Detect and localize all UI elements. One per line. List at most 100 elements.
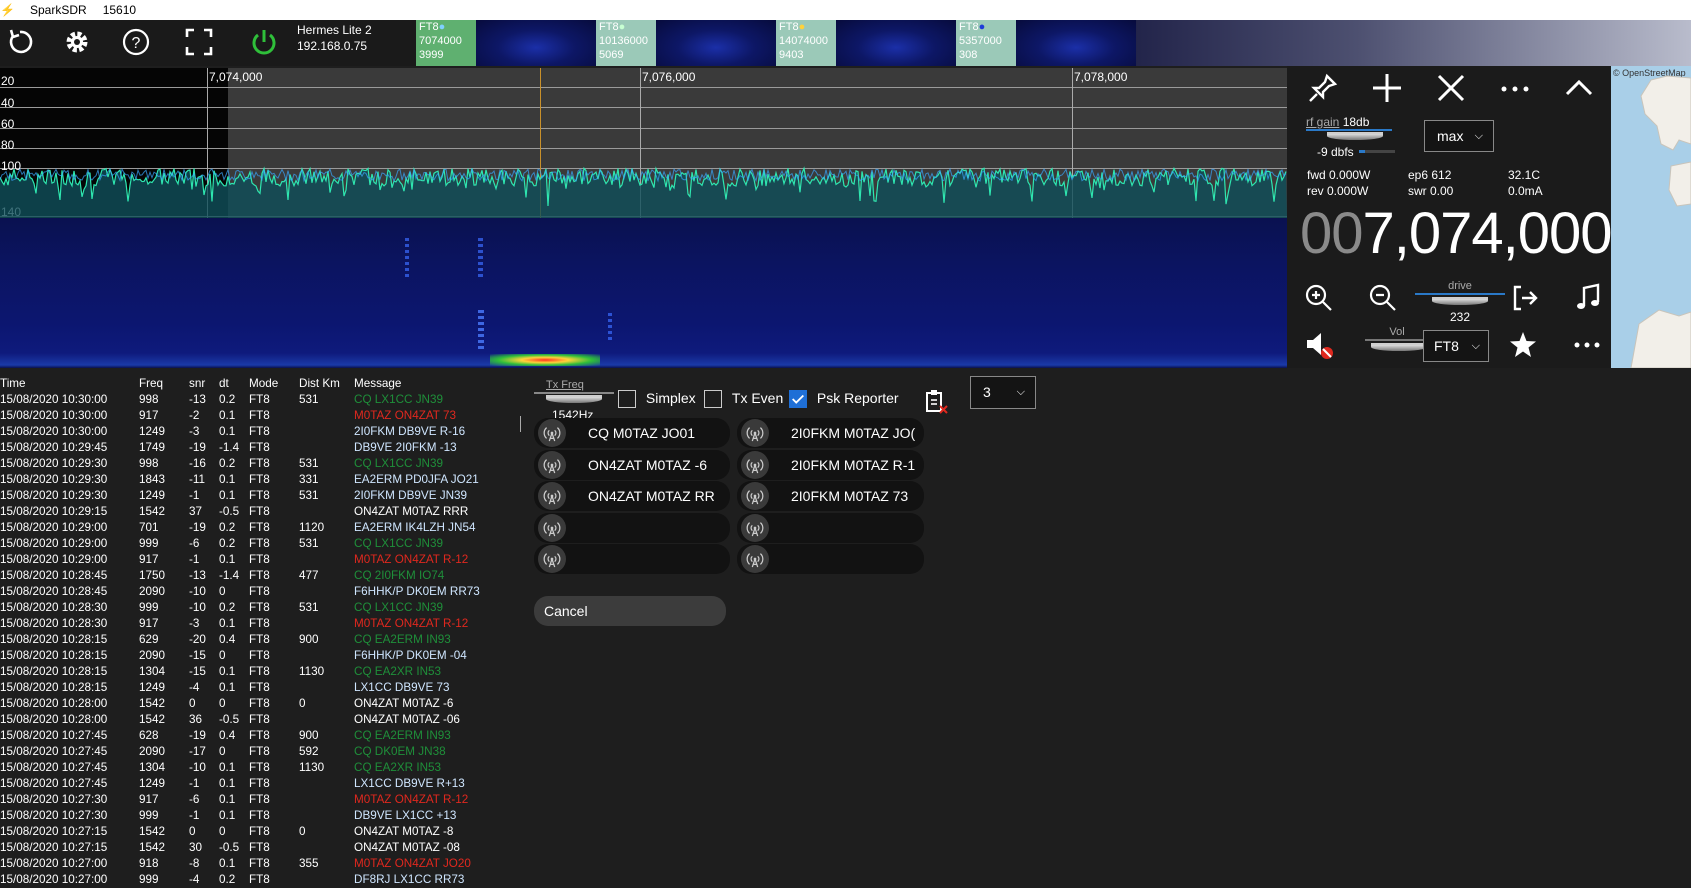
clear-clipboard-button[interactable] bbox=[923, 388, 949, 414]
transmit-button[interactable] bbox=[741, 450, 769, 479]
band-waterfall-40m[interactable] bbox=[476, 20, 596, 66]
log-row[interactable]: 15/08/2020 10:30:00 998 -13 0.2 FT8 531 CQ LX1… bbox=[0, 392, 520, 408]
log-row[interactable]: 15/08/2020 10:27:45 1249 -1 0.1 FT8 LX1CC DB9… bbox=[0, 776, 520, 792]
log-row[interactable]: 15/08/2020 10:28:15 1249 -4 0.1 FT8 LX1CC DB9… bbox=[0, 680, 520, 696]
band-tile-30m[interactable]: FT8● 10136000 5069 bbox=[596, 20, 656, 66]
more-options-button[interactable] bbox=[1571, 329, 1603, 361]
log-row[interactable]: 15/08/2020 10:29:00 999 -6 0.2 FT8 531 CQ LX1C… bbox=[0, 536, 520, 552]
transmit-button[interactable] bbox=[741, 419, 769, 447]
rf-gain-slider[interactable] bbox=[1327, 132, 1383, 140]
waterfall-display[interactable] bbox=[0, 218, 1287, 368]
log-row[interactable]: 15/08/2020 10:27:45 628 -19 0.4 FT8 900 CQ EA2… bbox=[0, 728, 520, 744]
spectrum-display[interactable]: 20 40 60 80 100 140 7,074,000 7,076,000 … bbox=[0, 68, 1287, 218]
transmit-button[interactable] bbox=[538, 482, 566, 510]
log-row[interactable]: 15/08/2020 10:29:00 917 -1 0.1 FT8 M0TAZ ON4Z… bbox=[0, 552, 520, 568]
band-tile-60m[interactable]: FT8● 5357000 308 bbox=[956, 20, 1016, 66]
band-tile-40m[interactable]: FT8● 7074000 3999 bbox=[416, 20, 476, 66]
pin-button[interactable] bbox=[1305, 70, 1341, 106]
transmit-button[interactable] bbox=[538, 450, 566, 479]
add-receiver-button[interactable] bbox=[1369, 70, 1405, 106]
band-waterfall-20m[interactable] bbox=[836, 20, 956, 66]
col-snr[interactable]: snr bbox=[189, 376, 205, 392]
mute-button[interactable] bbox=[1303, 328, 1335, 360]
agc-select[interactable]: max ⌵ bbox=[1424, 120, 1494, 152]
log-row[interactable]: 15/08/2020 10:28:15 2090 -15 0 FT8 F6HHK/P DK… bbox=[0, 648, 520, 664]
close-receiver-button[interactable] bbox=[1433, 70, 1469, 106]
tx-freq-slider[interactable] bbox=[546, 395, 602, 403]
tx-message-button[interactable]: CQ M0TAZ JO01 bbox=[534, 418, 730, 448]
transmit-button[interactable] bbox=[741, 513, 769, 542]
zoom-out-button[interactable] bbox=[1367, 282, 1399, 314]
log-row[interactable]: 15/08/2020 10:27:30 917 -6 0.1 FT8 M0TAZ ON4Z… bbox=[0, 792, 520, 808]
tx-message-button[interactable]: ON4ZAT M0TAZ RR bbox=[534, 481, 730, 511]
power-button[interactable] bbox=[246, 24, 282, 60]
log-row[interactable]: 15/08/2020 10:27:45 1304 -10 0.1 FT8 1130 CQ E… bbox=[0, 760, 520, 776]
tx-cycles-select[interactable]: 3 ⌵ bbox=[970, 376, 1036, 409]
log-row[interactable]: 15/08/2020 10:29:30 1843 -11 0.1 FT8 331 EA2ER… bbox=[0, 472, 520, 488]
log-row[interactable]: 15/08/2020 10:29:00 701 -19 0.2 FT8 1120 EA2ER… bbox=[0, 520, 520, 536]
tx-message-button[interactable] bbox=[737, 512, 924, 543]
log-row[interactable]: 15/08/2020 10:28:15 629 -20 0.4 FT8 900 CQ EA2… bbox=[0, 632, 520, 648]
col-time[interactable]: Time bbox=[0, 376, 26, 392]
cancel-button[interactable]: Cancel bbox=[534, 596, 726, 626]
transmit-exit-button[interactable] bbox=[1509, 282, 1541, 314]
tx-message-button[interactable] bbox=[534, 512, 730, 543]
decode-log[interactable]: Time Freq snr dt Mode Dist Km Message 15… bbox=[0, 376, 521, 886]
simplex-checkbox[interactable] bbox=[618, 390, 636, 409]
psk-reporter-option[interactable]: Psk Reporter bbox=[789, 390, 899, 409]
zoom-in-button[interactable] bbox=[1303, 282, 1335, 314]
tx-message-button[interactable]: 2I0FKM M0TAZ 73 bbox=[737, 481, 924, 511]
log-row[interactable]: 15/08/2020 10:27:45 2090 -17 0 FT8 592 CQ DK0E… bbox=[0, 744, 520, 760]
map-view[interactable]: © OpenStreetMap bbox=[1611, 66, 1691, 368]
log-row[interactable]: 15/08/2020 10:28:30 917 -3 0.1 FT8 M0TAZ ON4Z… bbox=[0, 616, 520, 632]
audio-button[interactable] bbox=[1572, 282, 1604, 314]
log-row[interactable]: 15/08/2020 10:30:00 1249 -3 0.1 FT8 2I0FKM DB… bbox=[0, 424, 520, 440]
favorite-button[interactable] bbox=[1507, 329, 1539, 361]
more-button[interactable] bbox=[1497, 70, 1533, 106]
band-waterfall-60m[interactable] bbox=[1016, 20, 1136, 66]
log-row[interactable]: 15/08/2020 10:29:45 1749 -19 -1.4 FT8 DB9VE 2… bbox=[0, 440, 520, 456]
simplex-option[interactable]: Simplex bbox=[618, 390, 696, 409]
log-row[interactable]: 15/08/2020 10:29:30 998 -16 0.2 FT8 531 CQ LX1… bbox=[0, 456, 520, 472]
collapse-button[interactable] bbox=[1561, 70, 1597, 106]
log-row[interactable]: 15/08/2020 10:27:15 1542 30 -0.5 FT8 ON4ZAT M… bbox=[0, 840, 520, 856]
settings-button[interactable] bbox=[59, 24, 95, 60]
help-button[interactable]: ? bbox=[118, 24, 154, 60]
band-tile-20m[interactable]: FT8● 14074000 9403 bbox=[776, 20, 836, 66]
transmit-button[interactable] bbox=[741, 545, 769, 573]
log-row[interactable]: 15/08/2020 10:29:30 1249 -1 0.1 FT8 531 2I0FKM… bbox=[0, 488, 520, 504]
tx-even-option[interactable]: Tx Even bbox=[704, 390, 783, 409]
fullscreen-button[interactable] bbox=[181, 24, 217, 60]
log-row[interactable]: 15/08/2020 10:28:00 1542 0 0 FT8 0 ON4ZAT M0TA… bbox=[0, 696, 520, 712]
log-row[interactable]: 15/08/2020 10:28:30 999 -10 0.2 FT8 531 CQ LX1… bbox=[0, 600, 520, 616]
col-dt[interactable]: dt bbox=[219, 376, 229, 392]
log-row[interactable]: 15/08/2020 10:30:00 917 -2 0.1 FT8 M0TAZ ON4Z… bbox=[0, 408, 520, 424]
psk-reporter-checkbox[interactable] bbox=[789, 390, 807, 409]
mode-select[interactable]: FT8 ⌵ bbox=[1423, 330, 1489, 362]
col-dist[interactable]: Dist Km bbox=[299, 376, 340, 392]
log-row[interactable]: 15/08/2020 10:27:15 1542 0 0 FT8 0 ON4ZAT M0TA… bbox=[0, 824, 520, 840]
tx-message-button[interactable]: 2I0FKM M0TAZ JO( bbox=[737, 418, 924, 448]
log-row[interactable]: 15/08/2020 10:28:45 2090 -10 0 FT8 F6HHK/P DK… bbox=[0, 584, 520, 600]
col-message[interactable]: Message bbox=[354, 376, 401, 392]
refresh-button[interactable] bbox=[2, 24, 38, 60]
col-mode[interactable]: Mode bbox=[249, 376, 278, 392]
transmit-button[interactable] bbox=[538, 545, 566, 573]
transmit-button[interactable] bbox=[538, 419, 566, 447]
band-waterfall-30m[interactable] bbox=[656, 20, 776, 66]
vfo-frequency[interactable]: 007,074,000 bbox=[1300, 202, 1613, 266]
log-row[interactable]: 15/08/2020 10:27:00 999 -4 0.2 FT8 DF8RJ LX1C… bbox=[0, 872, 520, 888]
tx-message-button[interactable]: 2I0FKM M0TAZ R-1 bbox=[737, 449, 924, 480]
tx-message-button[interactable] bbox=[737, 544, 924, 574]
transmit-button[interactable] bbox=[741, 482, 769, 510]
drive-slider[interactable] bbox=[1432, 297, 1488, 305]
tx-message-button[interactable]: ON4ZAT M0TAZ -6 bbox=[534, 449, 730, 480]
vol-slider[interactable] bbox=[1371, 343, 1427, 351]
log-row[interactable]: 15/08/2020 10:28:45 1750 -13 -1.4 FT8 477 CQ 2… bbox=[0, 568, 520, 584]
log-row[interactable]: 15/08/2020 10:27:00 918 -8 0.1 FT8 355 M0TAZ O… bbox=[0, 856, 520, 872]
log-row[interactable]: 15/08/2020 10:29:15 1542 37 -0.5 FT8 ON4ZAT M… bbox=[0, 504, 520, 520]
tx-even-checkbox[interactable] bbox=[704, 390, 722, 409]
log-scrollbar[interactable] bbox=[520, 416, 521, 432]
transmit-button[interactable] bbox=[538, 513, 566, 542]
tx-message-button[interactable] bbox=[534, 544, 730, 574]
